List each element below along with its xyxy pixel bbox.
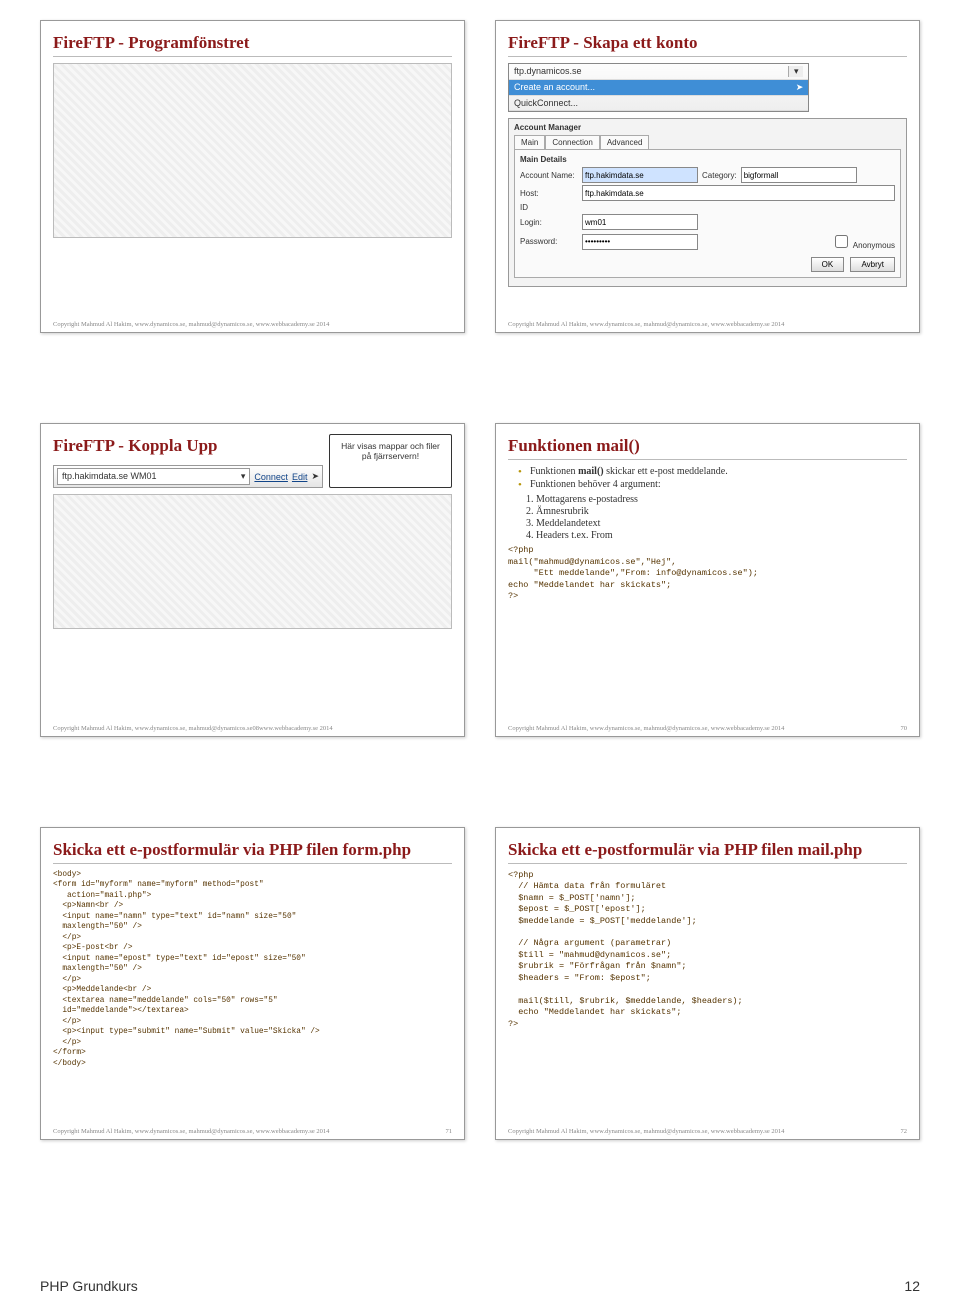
- account-manager-panel: Account Manager MainConnectionAdvanced M…: [508, 118, 907, 287]
- tab-connection[interactable]: Connection: [545, 135, 599, 149]
- copyright: Copyright Mahmud Al Hakim, www.dynamicos…: [508, 1128, 907, 1135]
- copyright: Copyright Mahmud Al Hakim, www.dynamicos…: [508, 321, 907, 328]
- bullet: Funktionen behöver 4 argument:: [518, 479, 907, 490]
- label-id: ID: [520, 203, 578, 212]
- host-input[interactable]: [582, 185, 895, 201]
- dropdown-option[interactable]: ftp.dynamicos.se: [514, 66, 582, 77]
- label-login: Login:: [520, 218, 578, 227]
- edit-link[interactable]: Edit: [292, 472, 308, 482]
- screenshot-placeholder: [53, 494, 452, 629]
- slide-number: 70: [901, 725, 908, 732]
- copyright: Copyright Mahmud Al Hakim, www.dynamicos…: [508, 725, 907, 732]
- slide-fireftp-programfonstret: FireFTP - Programfönstret Copyright Mahm…: [40, 20, 465, 333]
- copyright: Copyright Mahmud Al Hakim, www.dynamicos…: [53, 1128, 452, 1135]
- label-password: Password:: [520, 237, 578, 246]
- screenshot-placeholder: [53, 63, 452, 238]
- anonymous-checkbox[interactable]: Anonymous: [831, 232, 895, 251]
- chevron-down-icon: ▾: [241, 471, 246, 482]
- connect-toolbar: ftp.hakimdata.se WM01▾ Connect Edit ➤: [53, 465, 323, 488]
- footer-left: PHP Grundkurs: [40, 1278, 138, 1294]
- copyright: Copyright Mahmud Al Hakim, www.dynamicos…: [53, 725, 452, 732]
- footer-page-number: 12: [904, 1278, 920, 1294]
- slide-title: Funktionen mail(): [508, 436, 907, 460]
- label-account-name: Account Name:: [520, 171, 578, 180]
- tab-advanced[interactable]: Advanced: [600, 135, 650, 149]
- cursor-icon: ➤: [311, 471, 319, 482]
- ordered-item: Ämnesrubrik: [536, 506, 907, 517]
- code-block: <body> <form id="myform" name="myform" m…: [53, 870, 452, 1070]
- slide-mail-php: Skicka ett e-postformulär via PHP filen …: [495, 827, 920, 1140]
- slide-fireftp-skapa-konto: FireFTP - Skapa ett konto ftp.dynamicos.…: [495, 20, 920, 333]
- slide-title: Skicka ett e-postformulär via PHP filen …: [508, 840, 907, 864]
- slide-title: FireFTP - Koppla Upp: [53, 436, 323, 459]
- account-name-input[interactable]: [582, 167, 698, 183]
- account-dropdown[interactable]: ftp.dynamicos.se▾ Create an account...➤ …: [508, 63, 809, 112]
- chevron-down-icon[interactable]: ▾: [788, 66, 803, 77]
- password-input[interactable]: [582, 234, 698, 250]
- slide-title: FireFTP - Skapa ett konto: [508, 33, 907, 57]
- slide-number: 71: [446, 1128, 453, 1135]
- slide-form-php: Skicka ett e-postformulär via PHP filen …: [40, 827, 465, 1140]
- section-label: Main Details: [520, 155, 895, 164]
- copyright: Copyright Mahmud Al Hakim, www.dynamicos…: [53, 321, 452, 328]
- slide-title: FireFTP - Programfönstret: [53, 33, 452, 57]
- connect-link[interactable]: Connect: [254, 472, 288, 482]
- slide-number: 72: [901, 1128, 908, 1135]
- ordered-item: Meddelandetext: [536, 518, 907, 529]
- cancel-button[interactable]: Avbryt: [850, 257, 895, 272]
- host-dropdown[interactable]: ftp.hakimdata.se WM01▾: [57, 468, 250, 485]
- cursor-icon: ➤: [796, 82, 804, 93]
- slide-title: Skicka ett e-postformulär via PHP filen …: [53, 840, 452, 864]
- dropdown-option[interactable]: QuickConnect...: [514, 98, 578, 108]
- callout-box: Här visas mappar och filer på fjärrserve…: [329, 434, 452, 488]
- dropdown-option-selected[interactable]: Create an account...: [514, 82, 595, 93]
- bullet: Funktionen mail() skickar ett e-post med…: [518, 466, 907, 477]
- label-host: Host:: [520, 189, 578, 198]
- page-footer: PHP Grundkurs 12: [40, 1278, 920, 1294]
- ordered-item: Headers t.ex. From: [536, 530, 907, 541]
- tab-main[interactable]: Main: [514, 135, 545, 149]
- slide-funktionen-mail: Funktionen mail() Funktionen mail() skic…: [495, 423, 920, 736]
- callout-text: Här visas mappar och filer på fjärrserve…: [341, 441, 440, 461]
- ok-button[interactable]: OK: [811, 257, 845, 272]
- label-category: Category:: [702, 171, 737, 180]
- ordered-item: Mottagarens e-postadress: [536, 494, 907, 505]
- code-block: <?php mail("mahmud@dynamicos.se","Hej", …: [508, 545, 907, 602]
- code-block: <?php // Hämta data från formuläret $nam…: [508, 870, 907, 1031]
- slide-fireftp-koppla-upp: FireFTP - Koppla Upp ftp.hakimdata.se WM…: [40, 423, 465, 736]
- panel-title: Account Manager: [514, 123, 901, 132]
- category-input[interactable]: [741, 167, 857, 183]
- login-input[interactable]: [582, 214, 698, 230]
